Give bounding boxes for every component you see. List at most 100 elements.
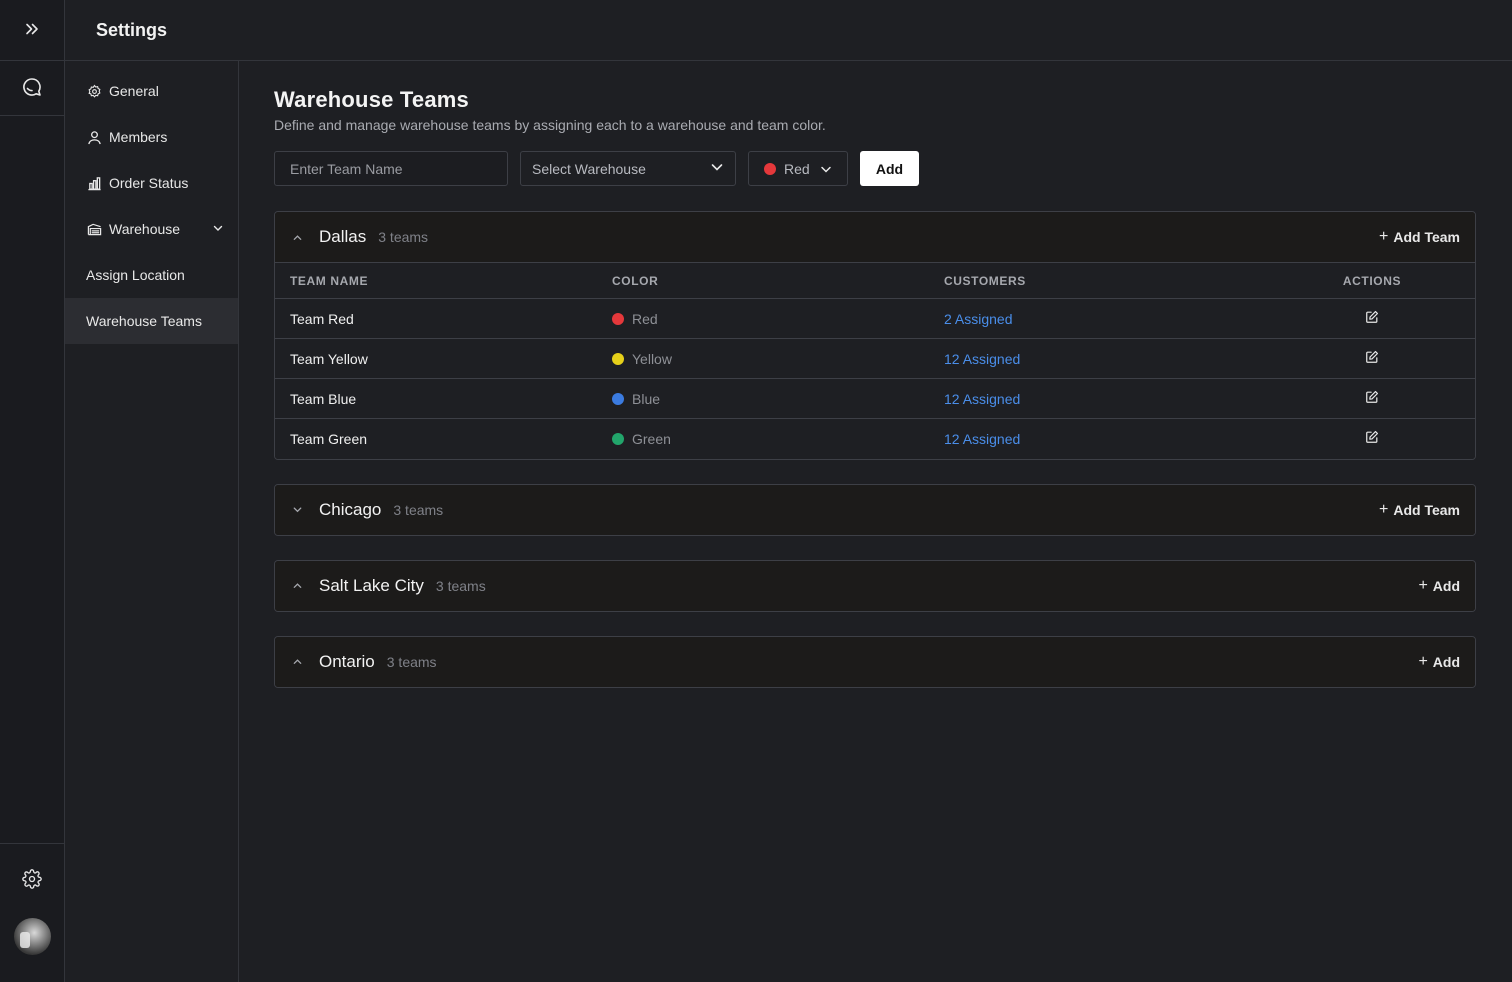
chat-button[interactable] bbox=[0, 61, 64, 116]
table-row: Team Green Green 12 Assigned bbox=[275, 419, 1475, 459]
color-dot bbox=[612, 392, 624, 405]
color-dot bbox=[764, 162, 776, 175]
color-cell: Yellow bbox=[597, 338, 929, 379]
chevron-down-icon[interactable] bbox=[292, 504, 304, 515]
page-header: Settings bbox=[65, 0, 1512, 61]
customers-cell: 12 Assigned bbox=[929, 419, 1269, 459]
warehouse-group-dallas: Dallas 3 teams + Add Team TEAM NAME COLO… bbox=[274, 211, 1476, 460]
column-header-color: COLOR bbox=[597, 262, 929, 299]
rail-footer bbox=[0, 843, 64, 982]
color-label: Green bbox=[632, 430, 671, 447]
chevron-up-icon[interactable] bbox=[292, 656, 304, 667]
group-team-count: 3 teams bbox=[378, 229, 429, 245]
sidebar-item-label: Warehouse bbox=[109, 221, 181, 237]
sidebar-item-assign-location[interactable]: Assign Location bbox=[65, 252, 238, 298]
table-row: Team Yellow Yellow 12 Assigned bbox=[275, 338, 1475, 379]
actions-cell bbox=[1269, 298, 1475, 339]
group-name: Chicago bbox=[319, 499, 382, 519]
warehouse-group-salt-lake-city: Salt Lake City 3 teams + Add bbox=[274, 559, 1476, 612]
customers-assigned-link[interactable]: 2 Assigned bbox=[944, 311, 1013, 327]
plus-icon: + bbox=[1418, 652, 1428, 670]
team-name-cell: Team Yellow bbox=[275, 338, 597, 379]
sidebar-item-label: Warehouse Teams bbox=[86, 313, 202, 329]
group-header[interactable]: Dallas 3 teams + Add Team bbox=[275, 212, 1475, 262]
customers-cell: 12 Assigned bbox=[929, 338, 1269, 379]
warehouse-group-ontario: Ontario 3 teams + Add bbox=[274, 635, 1476, 688]
plus-icon: + bbox=[1379, 228, 1389, 245]
chevron-down-icon bbox=[710, 160, 724, 177]
gear-icon bbox=[86, 83, 102, 99]
app-rail bbox=[0, 0, 65, 982]
color-dot bbox=[612, 352, 624, 365]
header-title: Settings bbox=[96, 19, 168, 40]
warehouse-group-chicago: Chicago 3 teams + Add Team bbox=[274, 483, 1476, 536]
expand-button[interactable] bbox=[0, 0, 64, 61]
add-button[interactable]: Add bbox=[860, 151, 919, 186]
add-team-button[interactable]: + Add bbox=[1418, 561, 1460, 611]
sidebar-item-label: Assign Location bbox=[86, 267, 185, 283]
customers-cell: 2 Assigned bbox=[929, 298, 1269, 339]
color-select-value: Red bbox=[784, 160, 810, 177]
add-team-button[interactable]: + Add Team bbox=[1379, 485, 1460, 535]
warehouse-select[interactable]: Select Warehouse bbox=[520, 151, 736, 186]
group-header[interactable]: Chicago 3 teams + Add Team bbox=[275, 484, 1475, 535]
table-header-row: TEAM NAME COLOR CUSTOMERS ACTIONS bbox=[275, 262, 1475, 299]
group-team-count: 3 teams bbox=[435, 577, 486, 594]
group-team-count: 3 teams bbox=[393, 501, 444, 518]
settings-sidebar: General Members Order Status Warehouse A… bbox=[65, 61, 239, 982]
sidebar-item-members[interactable]: Members bbox=[65, 114, 238, 160]
edit-icon[interactable] bbox=[1365, 310, 1379, 324]
sidebar-item-warehouse-teams[interactable]: Warehouse Teams bbox=[65, 298, 238, 344]
double-chevron-right-icon bbox=[24, 21, 40, 40]
add-team-button[interactable]: + Add bbox=[1418, 637, 1460, 687]
color-dot bbox=[612, 312, 624, 325]
customers-assigned-link[interactable]: 12 Assigned bbox=[944, 351, 1020, 367]
add-team-label: Add Team bbox=[1393, 501, 1460, 518]
sidebar-item-warehouse[interactable]: Warehouse bbox=[65, 206, 238, 252]
chat-icon bbox=[21, 76, 43, 101]
chevron-down-icon bbox=[820, 163, 832, 175]
plus-icon: + bbox=[1379, 500, 1389, 518]
customers-assigned-link[interactable]: 12 Assigned bbox=[944, 391, 1020, 407]
chevron-up-icon[interactable] bbox=[292, 232, 304, 243]
color-label: Blue bbox=[632, 390, 661, 407]
edit-icon[interactable] bbox=[1365, 390, 1379, 404]
team-name-cell: Team Red bbox=[275, 298, 597, 339]
add-team-button[interactable]: + Add Team bbox=[1379, 212, 1460, 262]
main-content: Warehouse Teams Define and manage wareho… bbox=[274, 61, 1476, 688]
actions-cell bbox=[1269, 419, 1475, 459]
sidebar-item-general[interactable]: General bbox=[65, 68, 238, 114]
actions-cell bbox=[1269, 338, 1475, 379]
group-name: Dallas bbox=[319, 227, 367, 246]
user-icon bbox=[86, 129, 102, 145]
group-header[interactable]: Ontario 3 teams + Add bbox=[275, 636, 1475, 687]
customers-cell: 12 Assigned bbox=[929, 378, 1269, 419]
column-header-customers: CUSTOMERS bbox=[929, 262, 1269, 299]
warehouse-select-value: Select Warehouse bbox=[532, 160, 646, 177]
edit-icon[interactable] bbox=[1365, 430, 1379, 444]
gear-icon[interactable] bbox=[22, 869, 42, 892]
color-cell: Red bbox=[597, 298, 929, 339]
color-select[interactable]: Red bbox=[748, 151, 848, 186]
add-team-label: Add Team bbox=[1393, 229, 1460, 245]
bar-chart-icon bbox=[86, 175, 102, 191]
team-name-input[interactable] bbox=[274, 151, 508, 186]
color-cell: Green bbox=[597, 419, 929, 459]
group-team-count: 3 teams bbox=[386, 653, 437, 670]
team-name-cell: Team Blue bbox=[275, 378, 597, 419]
color-label: Yellow bbox=[632, 350, 672, 367]
color-label: Red bbox=[632, 310, 658, 327]
sidebar-item-order-status[interactable]: Order Status bbox=[65, 160, 238, 206]
warehouse-icon bbox=[86, 221, 102, 237]
user-avatar[interactable] bbox=[14, 918, 51, 955]
page-subtitle: Define and manage warehouse teams by ass… bbox=[274, 117, 826, 133]
customers-assigned-link[interactable]: 12 Assigned bbox=[944, 431, 1020, 447]
chevron-up-icon[interactable] bbox=[292, 580, 304, 591]
edit-icon[interactable] bbox=[1365, 350, 1379, 364]
group-header[interactable]: Salt Lake City 3 teams + Add bbox=[275, 560, 1475, 611]
color-dot bbox=[612, 432, 624, 445]
sidebar-item-label: Order Status bbox=[109, 175, 189, 191]
team-name-cell: Team Green bbox=[290, 430, 368, 447]
table-row: Team Red Red 2 Assigned bbox=[275, 298, 1475, 339]
chevron-down-icon[interactable] bbox=[212, 221, 224, 237]
